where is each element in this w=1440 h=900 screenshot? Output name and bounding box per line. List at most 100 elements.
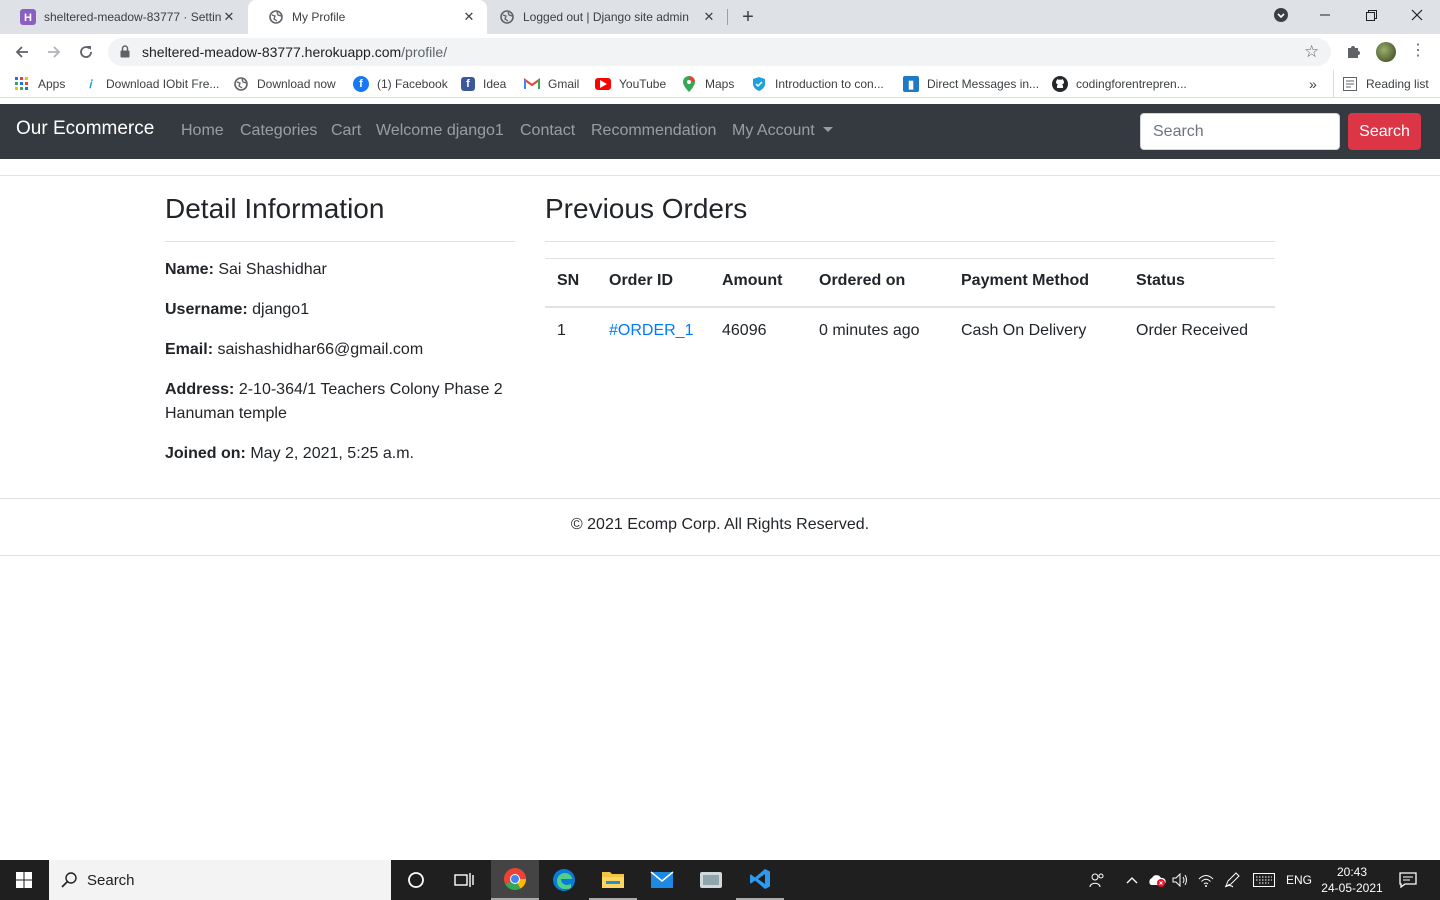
bookmark-maps[interactable]: Maps xyxy=(681,70,734,98)
tab-django-admin[interactable]: Logged out | Django site admin ✕ xyxy=(487,0,727,34)
keyboard-icon[interactable] xyxy=(1250,860,1278,900)
bookmark-youtube[interactable]: YouTube xyxy=(595,70,666,98)
restore-icon[interactable] xyxy=(1348,0,1394,30)
tab-heroku-settings[interactable]: H sheltered-meadow-83777 · Settin ✕ xyxy=(0,0,247,34)
detail-joined: Joined on: May 2, 2021, 5:25 a.m. xyxy=(165,442,515,466)
onedrive-error-icon[interactable] xyxy=(1146,860,1168,900)
reload-icon[interactable] xyxy=(73,39,99,65)
order-id-link[interactable]: #ORDER_1 xyxy=(609,322,693,340)
bookmark-apps[interactable]: Apps xyxy=(14,70,65,98)
chrome-taskbar-icon[interactable] xyxy=(491,860,539,900)
github-icon xyxy=(1052,76,1068,92)
bookmark-label: Idea xyxy=(483,77,507,91)
pen-icon[interactable] xyxy=(1222,860,1242,900)
tab-title: Logged out | Django site admin xyxy=(523,10,689,24)
mail-icon[interactable] xyxy=(638,860,686,900)
col-header-sn: SN xyxy=(557,272,580,289)
cell-status: Order Received xyxy=(1136,322,1249,339)
bookmark-direct-messages[interactable]: ▮ Direct Messages in... xyxy=(903,70,1039,98)
language-indicator[interactable]: ENG xyxy=(1284,860,1314,900)
orders-heading: Previous Orders xyxy=(545,193,748,224)
volume-icon[interactable] xyxy=(1170,860,1190,900)
bookmark-idea[interactable]: f Idea xyxy=(461,70,506,98)
cortana-icon[interactable] xyxy=(392,860,440,900)
profile-avatar[interactable] xyxy=(1376,42,1396,62)
nav-contact[interactable]: Contact xyxy=(520,122,575,140)
detail-label: Email: xyxy=(165,341,214,358)
detail-username: Username: django1 xyxy=(165,298,515,322)
cell-amount: 46096 xyxy=(722,322,767,339)
site-search-input[interactable] xyxy=(1140,113,1340,150)
bookmark-icon: ▮ xyxy=(903,76,919,92)
bookmarks-overflow-button[interactable]: » xyxy=(1309,70,1317,98)
bookmark-label: (1) Facebook xyxy=(377,77,448,91)
detail-heading: Detail Information xyxy=(165,193,385,224)
wifi-icon[interactable] xyxy=(1196,860,1216,900)
bookmark-label: Download now xyxy=(257,77,336,91)
bookmark-github[interactable]: codingforentrepren... xyxy=(1052,70,1187,98)
bookmark-star-icon[interactable]: ☆ xyxy=(1304,42,1319,62)
facebook-icon: f xyxy=(461,77,475,91)
bookmark-iobit[interactable]: ⅰ Download IObit Fre... xyxy=(82,70,219,98)
notifications-icon[interactable] xyxy=(1392,860,1424,900)
detail-label: Address: xyxy=(165,381,235,398)
nav-cart[interactable]: Cart xyxy=(331,122,361,140)
bookmark-facebook[interactable]: f (1) Facebook xyxy=(353,70,448,98)
shield-icon xyxy=(751,76,767,92)
bookmark-label: Gmail xyxy=(548,77,580,91)
windows-start-icon[interactable] xyxy=(0,860,48,900)
reading-list-button[interactable]: Reading list xyxy=(1333,70,1429,98)
chevron-up-icon[interactable] xyxy=(1122,860,1142,900)
close-tab-icon[interactable]: ✕ xyxy=(461,9,477,25)
site-brand[interactable]: Our Ecommerce xyxy=(16,118,154,140)
detail-value: May 2, 2021, 5:25 a.m. xyxy=(250,445,414,462)
new-tab-button[interactable]: + xyxy=(737,5,759,29)
cell-ordered-on: 0 minutes ago xyxy=(819,322,920,339)
close-tab-icon[interactable]: ✕ xyxy=(701,9,717,25)
cell-payment-method: Cash On Delivery xyxy=(961,322,1087,339)
bookmark-download-now[interactable]: Download now xyxy=(233,70,336,98)
footer-top-border xyxy=(0,498,1440,499)
detail-value: django1 xyxy=(252,301,310,318)
facebook-icon: f xyxy=(353,76,369,92)
url-text[interactable]: sheltered-meadow-83777.herokuapp.com/pro… xyxy=(142,44,447,60)
file-explorer-icon[interactable] xyxy=(589,860,637,900)
nav-recommendation[interactable]: Recommendation xyxy=(591,122,716,140)
task-view-icon[interactable] xyxy=(440,860,488,900)
vscode-icon[interactable] xyxy=(736,860,784,900)
table-top-border xyxy=(545,258,1275,259)
app-taskbar-icon[interactable] xyxy=(687,860,735,900)
minimize-icon[interactable] xyxy=(1302,0,1348,30)
browser-menu-icon[interactable]: ⋮ xyxy=(1410,40,1426,62)
edge-taskbar-icon[interactable] xyxy=(540,860,588,900)
site-search-button[interactable]: Search xyxy=(1348,113,1421,150)
bookmark-introduction[interactable]: Introduction to con... xyxy=(751,70,884,98)
close-window-icon[interactable] xyxy=(1394,0,1440,30)
clock-time: 20:43 xyxy=(1336,865,1368,879)
tab-title: My Profile xyxy=(292,10,346,24)
taskbar-search-label: Search xyxy=(87,871,135,889)
bookmark-gmail[interactable]: Gmail xyxy=(524,70,579,98)
close-tab-icon[interactable]: ✕ xyxy=(221,9,237,25)
forward-arrow-icon[interactable] xyxy=(41,39,67,65)
iobit-icon: ⅰ xyxy=(88,78,92,91)
people-icon[interactable] xyxy=(1085,860,1109,900)
bookmark-label: Apps xyxy=(38,77,66,91)
caret-down-icon xyxy=(822,127,833,132)
nav-categories[interactable]: Categories xyxy=(240,122,317,140)
url-host: sheltered-meadow-83777.herokuapp.com xyxy=(142,44,402,60)
back-arrow-icon[interactable] xyxy=(9,39,35,65)
nav-my-account-label: My Account xyxy=(732,122,815,139)
col-header-amount: Amount xyxy=(722,272,783,289)
url-path: /profile/ xyxy=(401,44,448,60)
nav-home[interactable]: Home xyxy=(181,122,224,140)
tab-search-icon[interactable] xyxy=(1258,0,1304,30)
nav-welcome-user[interactable]: Welcome django1 xyxy=(376,122,504,140)
nav-my-account-dropdown[interactable]: My Account xyxy=(732,122,833,140)
extensions-puzzle-icon[interactable] xyxy=(1345,42,1363,60)
lock-icon[interactable] xyxy=(120,45,130,58)
tab-my-profile[interactable]: My Profile ✕ xyxy=(248,0,487,34)
taskbar-search-box[interactable]: Search xyxy=(49,860,391,900)
bookmark-label: Download IObit Fre... xyxy=(106,77,220,91)
clock[interactable]: 20:43 24-05-2021 xyxy=(1318,860,1386,900)
